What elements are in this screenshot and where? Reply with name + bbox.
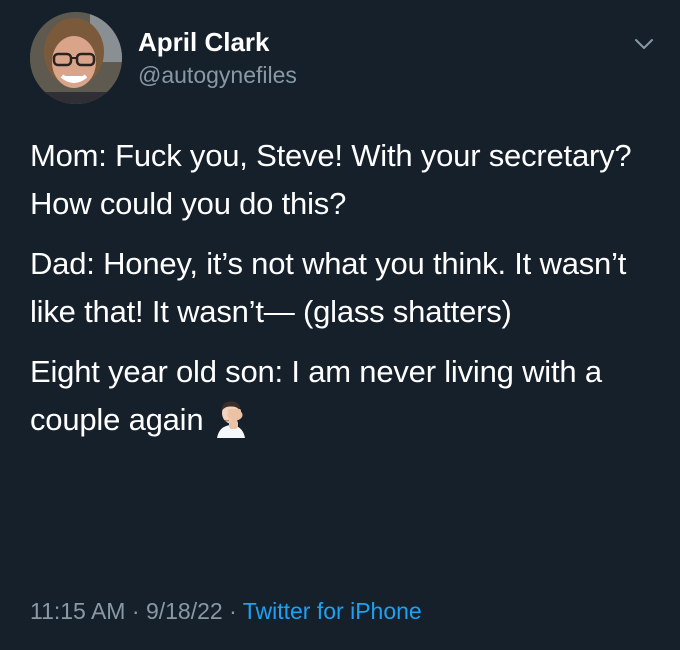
tweet-source-link[interactable]: Twitter for iPhone bbox=[243, 598, 422, 624]
facepalm-emoji-icon bbox=[217, 401, 246, 438]
avatar[interactable] bbox=[30, 12, 122, 104]
tweet-date[interactable]: 9/18/22 bbox=[146, 598, 223, 624]
tweet-header: April Clark @autogynefiles bbox=[30, 12, 660, 104]
tweet-metadata: 11:15 AM · 9/18/22 · Twitter for iPhone bbox=[30, 596, 422, 626]
tweet-paragraph-son-text: Eight year old son: I am never living wi… bbox=[30, 354, 602, 437]
tweet-paragraph-mom: Mom: Fuck you, Steve! With your secretar… bbox=[30, 138, 632, 221]
meta-separator: · bbox=[131, 598, 140, 624]
tweet-time[interactable]: 11:15 AM bbox=[30, 598, 125, 624]
chevron-down-icon[interactable] bbox=[632, 32, 656, 56]
avatar-image bbox=[30, 12, 122, 104]
display-name[interactable]: April Clark bbox=[138, 26, 297, 58]
user-handle[interactable]: @autogynefiles bbox=[138, 60, 297, 90]
meta-separator: · bbox=[229, 598, 237, 624]
tweet-text: Mom: Fuck you, Steve! With your secretar… bbox=[30, 132, 660, 456]
tweet-card: April Clark @autogynefiles Mom: Fuck you… bbox=[0, 0, 680, 650]
tweet-paragraph-dad: Dad: Honey, it’s not what you think. It … bbox=[30, 246, 627, 329]
author-names: April Clark @autogynefiles bbox=[138, 26, 297, 90]
tweet-paragraph-son: Eight year old son: I am never living wi… bbox=[30, 348, 660, 444]
